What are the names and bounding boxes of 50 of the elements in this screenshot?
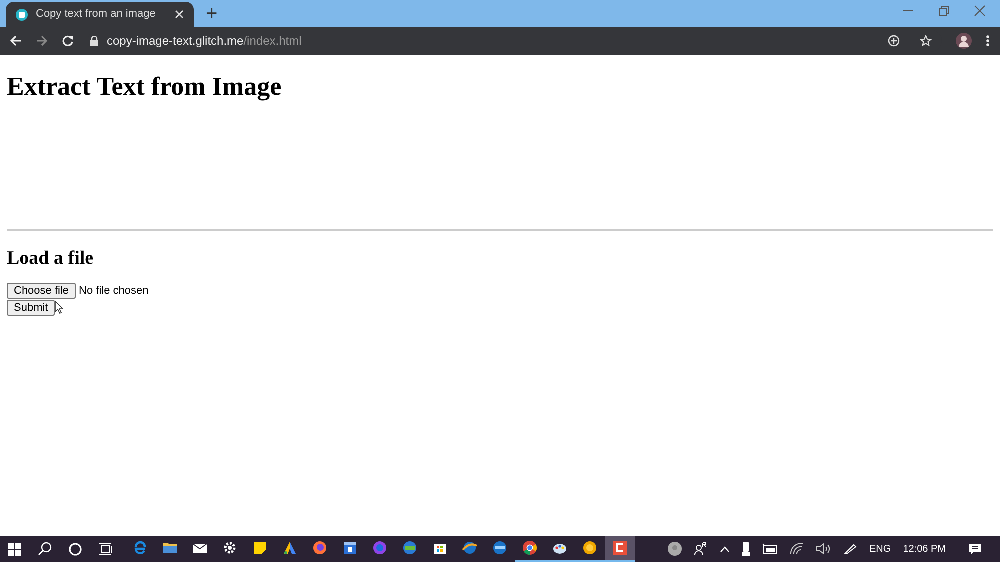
ringed-globe-icon [372,540,388,556]
browser-tab[interactable]: Copy text from an image [6,2,194,27]
file-status: No file chosen [79,284,149,299]
striped-globe-icon [492,540,508,556]
plus-circle-icon[interactable] [888,35,900,47]
people-icon[interactable] [694,542,708,556]
reload-icon[interactable] [62,35,74,47]
e-letter-icon [132,540,148,556]
avatar-icon[interactable] [956,33,972,49]
swoosh-globe-icon [462,540,478,556]
wifi-icon[interactable] [790,543,804,555]
folder-icon [162,540,178,556]
choose-file-button[interactable]: Choose file [7,283,76,300]
star-icon[interactable] [920,35,932,47]
circle-icon[interactable] [69,542,82,556]
lock-icon [90,36,99,46]
page-heading: Extract Text from Image [7,71,282,103]
back-arrow-icon[interactable] [10,35,22,47]
url-text: copy-image-text.glitch.me/index.html [107,33,303,50]
tab-title: Copy text from an image [36,7,157,22]
section-heading: Load a file [7,247,94,271]
usb-drive-icon[interactable] [742,542,750,556]
user-circle-icon[interactable] [668,542,682,556]
gear-icon [222,540,238,556]
restore-icon[interactable] [938,5,950,17]
forward-arrow-icon[interactable] [36,35,48,47]
c-letter-icon [612,540,628,556]
new-tab-button[interactable]: + [206,4,218,24]
pen-icon[interactable] [844,543,858,555]
sticky-note-icon [252,540,268,556]
menu-icon[interactable] [986,35,990,47]
search-icon[interactable] [38,542,52,556]
clock[interactable]: 12:06 PM [903,542,946,556]
chevron-up-icon[interactable] [720,546,730,552]
speaker-icon[interactable] [816,543,832,555]
triangle-icon [282,540,298,556]
taskbar-app[interactable] [605,536,635,562]
windows-logo-icon[interactable] [8,542,21,556]
calendar-icon [342,540,358,556]
chrome-ball-icon [522,540,538,556]
notification-icon[interactable] [968,542,982,556]
tab-favicon-icon [16,8,28,20]
language-indicator[interactable]: ENG [870,542,892,556]
submit-button[interactable]: Submit [7,300,56,316]
coin-icon [582,540,598,556]
task-view-icon[interactable] [99,542,113,556]
battery-icon[interactable] [762,543,778,555]
banded-globe-icon [402,540,418,556]
cursor-icon [55,301,64,314]
globe-icon [312,540,328,556]
